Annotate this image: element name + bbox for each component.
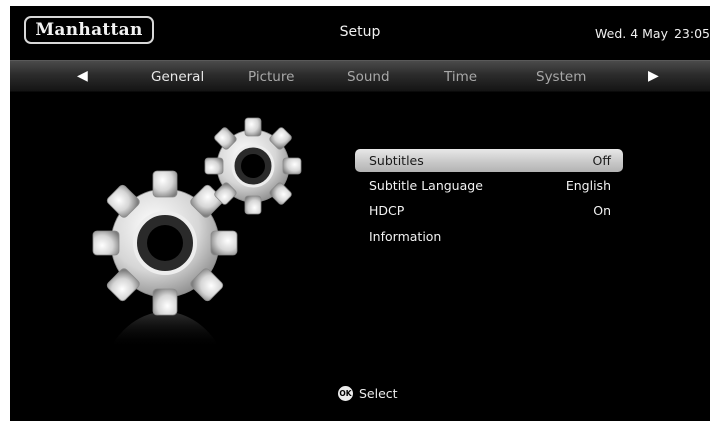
menu-item-subtitles[interactable]: Subtitles Off xyxy=(355,149,623,172)
clock: Wed. 4 May 23:05 xyxy=(595,26,710,42)
settings-menu: Subtitles Off Subtitle Language English … xyxy=(355,149,623,250)
small-gear-icon xyxy=(204,117,302,215)
clock-date: Wed. 4 May xyxy=(595,26,668,41)
tv-screen: Manhattan Setup Wed. 4 May 23:05 ◀ Genera… xyxy=(10,6,710,421)
menu-item-label: Subtitles xyxy=(369,153,424,168)
menu-item-label: HDCP xyxy=(369,203,405,218)
menu-item-label: Subtitle Language xyxy=(369,178,483,193)
gear-reflection xyxy=(110,311,220,348)
menu-item-value: Off xyxy=(592,153,611,168)
clock-time: 23:05 xyxy=(673,26,710,41)
menu-item-hdcp[interactable]: HDCP On xyxy=(355,199,623,222)
menu-item-information[interactable]: Information xyxy=(355,225,623,248)
ok-button-icon: OK xyxy=(338,386,353,401)
footer-hint: OK Select xyxy=(338,386,398,401)
menu-item-subtitle-language[interactable]: Subtitle Language English xyxy=(355,174,623,197)
hint-label: Select xyxy=(359,386,398,401)
tab-sound[interactable]: Sound xyxy=(347,69,390,85)
tab-bar: ◀ General Picture Sound Time System ▶ xyxy=(10,60,710,92)
menu-item-label: Information xyxy=(369,229,442,244)
gears-icon xyxy=(92,117,302,348)
tab-time[interactable]: Time xyxy=(444,69,477,85)
tab-picture[interactable]: Picture xyxy=(248,69,294,85)
tab-system[interactable]: System xyxy=(536,69,586,85)
menu-item-value: English xyxy=(565,178,611,193)
arrow-left-icon[interactable]: ◀ xyxy=(77,68,88,84)
arrow-right-icon[interactable]: ▶ xyxy=(648,68,659,84)
menu-item-value: On xyxy=(593,203,611,218)
tab-general[interactable]: General xyxy=(151,69,204,85)
